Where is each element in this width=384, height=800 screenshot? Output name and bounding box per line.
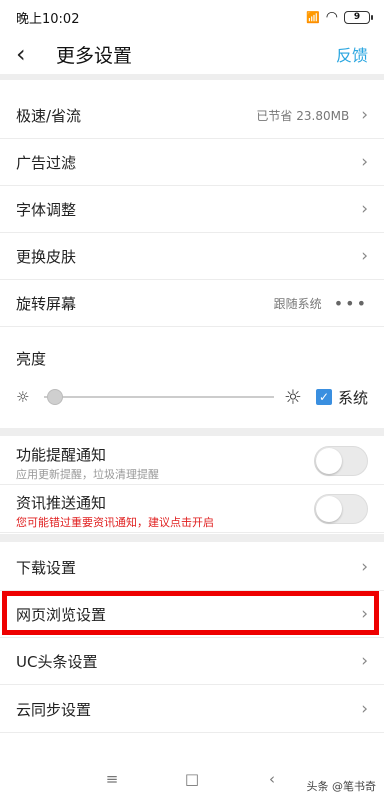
- watermark: 头条 @笔书奇: [306, 780, 377, 793]
- feature-notify-switch[interactable]: [314, 446, 368, 476]
- row-web-browsing-settings[interactable]: 网页浏览设置 ›: [0, 591, 384, 638]
- status-icons: 📶 ◠ 9: [306, 9, 373, 25]
- row-label: 网页浏览设置: [16, 605, 107, 624]
- row-label: 字体调整: [16, 200, 77, 219]
- brightness-control: ☼ ☼ ✓ 系统: [16, 382, 368, 412]
- brightness-low-icon: ☼: [16, 388, 30, 406]
- system-brightness-checkbox[interactable]: ✓: [315, 389, 332, 405]
- system-brightness-label: 系统: [337, 388, 368, 407]
- row-label: 下载设置: [16, 558, 77, 577]
- back-icon[interactable]: ‹: [16, 42, 46, 66]
- chevron-right-icon: ›: [361, 152, 368, 172]
- feedback-button[interactable]: 反馈: [336, 42, 368, 66]
- chevron-right-icon: ›: [361, 199, 368, 219]
- status-bar: 晚上10:02 📶 ◠ 9: [0, 0, 384, 34]
- signal-icon: 📶: [306, 10, 320, 24]
- toggle-warning-subtitle: 您可能错过重要资讯通知，建议点击开启: [16, 516, 214, 529]
- switch-knob: [316, 448, 342, 474]
- row-value: 已节省 23.80MB: [256, 108, 350, 123]
- menu-icon[interactable]: ≡: [72, 770, 152, 788]
- row-label: 广告过滤: [16, 153, 77, 172]
- row-speed-save[interactable]: 极速/省流 已节省 23.80MB ›: [0, 92, 384, 139]
- brightness-high-icon: ☼: [283, 385, 302, 409]
- slider-thumb[interactable]: [47, 389, 64, 405]
- row-uc-headline-settings[interactable]: UC头条设置 ›: [0, 638, 384, 685]
- chevron-right-icon: ›: [361, 651, 368, 671]
- chevron-right-icon: ›: [361, 246, 368, 266]
- chevron-right-icon: ›: [361, 699, 368, 719]
- switch-knob: [316, 496, 342, 522]
- more-dots-icon[interactable]: •••: [334, 294, 368, 313]
- toggle-row-news-push: 资讯推送通知 您可能错过重要资讯通知，建议点击开启: [0, 485, 384, 533]
- row-label: 极速/省流: [16, 106, 82, 125]
- battery-icon: 9: [344, 10, 373, 24]
- row-label: 旋转屏幕: [16, 294, 77, 313]
- row-font-adjust[interactable]: 字体调整 ›: [0, 186, 384, 233]
- news-push-switch[interactable]: [314, 494, 368, 524]
- toggle-subtitle: 应用更新提醒，垃圾清理提醒: [16, 468, 159, 481]
- toggle-row-feature-notify: 功能提醒通知 应用更新提醒，垃圾清理提醒: [0, 437, 384, 485]
- chevron-right-icon: ›: [361, 557, 368, 577]
- row-change-skin[interactable]: 更换皮肤 ›: [0, 233, 384, 280]
- row-cloud-sync-settings[interactable]: 云同步设置 ›: [0, 686, 384, 733]
- wifi-icon: ◠: [325, 9, 338, 25]
- row-label: UC头条设置: [16, 652, 98, 671]
- row-label: 更换皮肤: [16, 247, 77, 266]
- toggle-title: 功能提醒通知: [16, 446, 107, 464]
- chevron-right-icon: ›: [361, 604, 368, 624]
- section-divider: [0, 428, 384, 436]
- page-title: 更多设置: [56, 44, 133, 67]
- brightness-slider[interactable]: [44, 389, 274, 405]
- back-nav-icon[interactable]: ‹: [232, 770, 312, 788]
- chevron-right-icon: ›: [361, 105, 368, 125]
- toggle-title: 资讯推送通知: [16, 494, 107, 512]
- row-rotate-screen[interactable]: 旋转屏幕 跟随系统 •••: [0, 280, 384, 327]
- section-divider: [0, 534, 384, 542]
- row-ad-filter[interactable]: 广告过滤 ›: [0, 139, 384, 186]
- brightness-title: 亮度: [16, 350, 47, 368]
- row-label: 云同步设置: [16, 700, 92, 719]
- header: ‹ 更多设置 反馈: [0, 34, 384, 80]
- home-icon[interactable]: □: [152, 770, 232, 788]
- status-time: 晚上10:02: [16, 11, 80, 27]
- row-download-settings[interactable]: 下载设置 ›: [0, 544, 384, 591]
- row-value: 跟随系统: [273, 296, 322, 311]
